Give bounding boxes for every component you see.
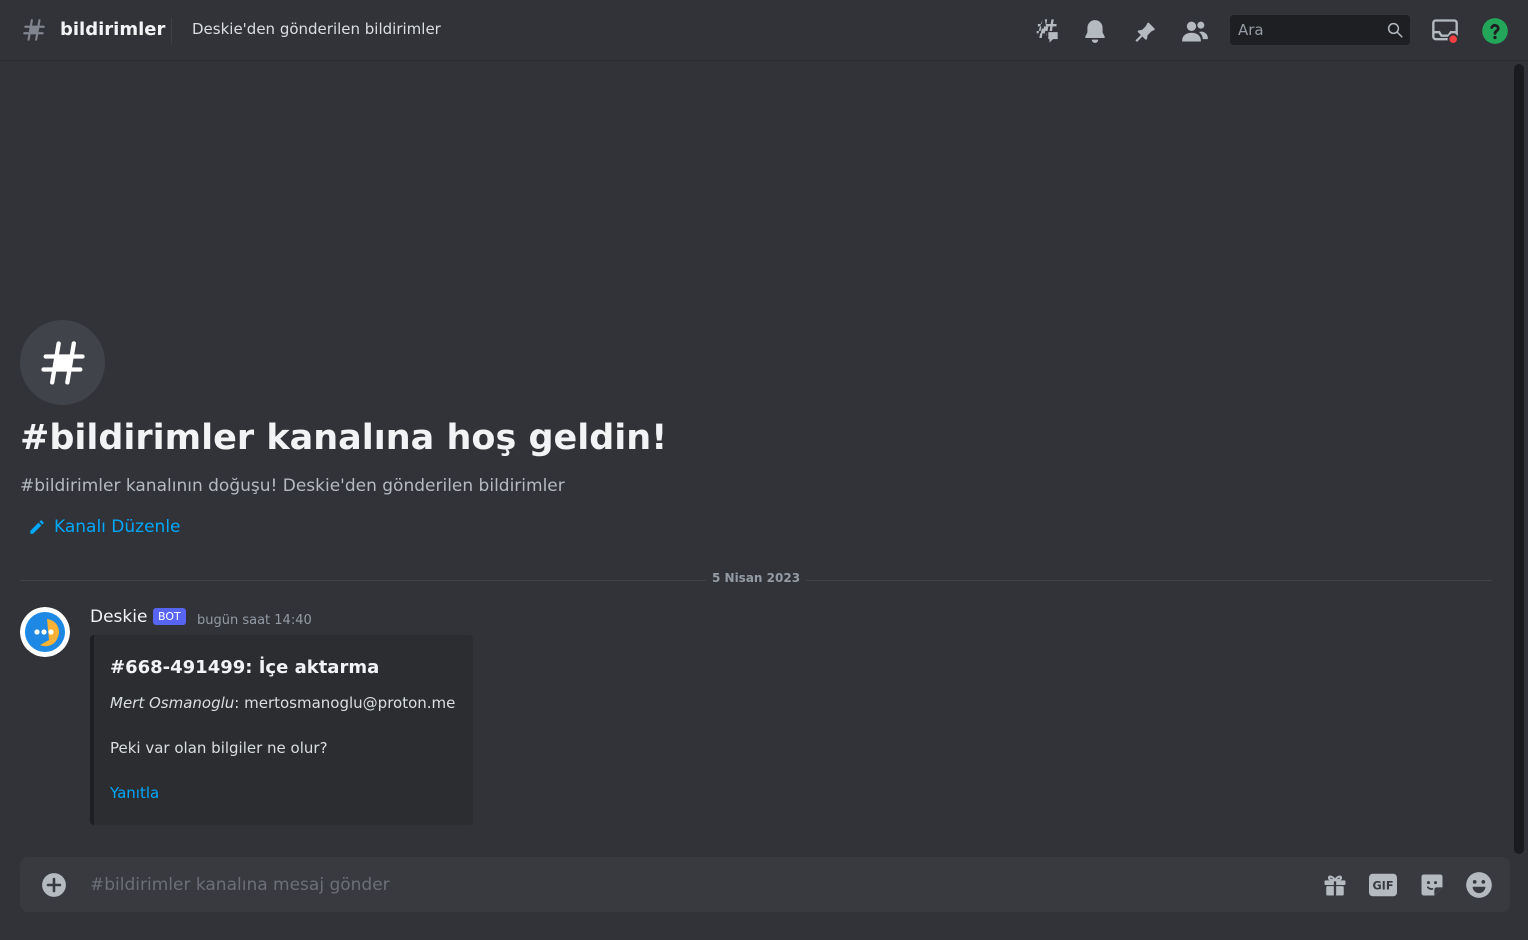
channel-name: bildirimler <box>60 19 166 40</box>
search-icon <box>1387 22 1403 38</box>
embed-title: #668-491499: İçe aktarma <box>110 657 380 678</box>
avatar[interactable] <box>20 607 70 657</box>
search-input[interactable] <box>1230 15 1380 45</box>
emoji-button[interactable] <box>1465 871 1493 899</box>
search-box[interactable] <box>1230 15 1410 45</box>
hash-icon <box>23 19 45 41</box>
member-list-button[interactable] <box>1180 16 1210 46</box>
date-divider-label: 5 Nisan 2023 <box>706 571 807 585</box>
scrollbar-track[interactable] <box>1514 64 1524 854</box>
channel-header: bildirimler Deskie'den gönderilen bildir… <box>0 0 1528 61</box>
reply-link[interactable]: Yanıtla <box>110 784 159 802</box>
message-embed: #668-491499: İçe aktarma Mert Osmanoglu:… <box>90 635 473 825</box>
bot-badge: BOT <box>153 608 186 625</box>
message-timestamp: bugün saat 14:40 <box>197 613 312 628</box>
add-attachment-icon[interactable] <box>41 872 67 898</box>
edit-channel-label[interactable]: Kanalı Düzenle <box>54 517 181 537</box>
pin-icon <box>1135 22 1155 42</box>
message-composer: GIF <box>20 857 1510 912</box>
inbox-icon <box>1432 19 1459 45</box>
gift-icon <box>1324 875 1346 896</box>
header-divider <box>171 18 172 44</box>
channel-topic[interactable]: Deskie'den gönderilen bildirimler <box>192 20 441 38</box>
threads-button[interactable] <box>1031 16 1061 46</box>
inbox-button[interactable] <box>1430 16 1460 46</box>
pencil-icon <box>30 520 44 534</box>
welcome-subtitle: #bildirimler kanalının doğuşu! Deskie'de… <box>20 476 565 496</box>
scrollbar-thumb[interactable] <box>1514 64 1524 854</box>
help-button[interactable] <box>1480 16 1510 46</box>
embed-sender: Mert Osmanoglu: mertosmanoglu@proton.me <box>110 694 455 712</box>
gif-label: GIF <box>1373 880 1394 893</box>
help-icon <box>1482 18 1508 44</box>
pinned-messages-button[interactable] <box>1130 16 1160 46</box>
embed-sender-email: : mertosmanoglu@proton.me <box>234 694 456 712</box>
message-author[interactable]: Deskie <box>90 607 147 627</box>
members-icon <box>1182 21 1208 42</box>
gif-button[interactable]: GIF <box>1369 871 1397 899</box>
message-input[interactable] <box>90 857 1290 912</box>
sticker-button[interactable] <box>1418 871 1446 899</box>
sticker-icon <box>1421 874 1443 896</box>
gift-button[interactable] <box>1321 871 1349 899</box>
welcome-title: #bildirimler kanalına hoş geldin! <box>20 418 668 458</box>
notifications-button[interactable] <box>1080 16 1110 46</box>
edit-channel-link[interactable]: Kanalı Düzenle <box>28 517 181 537</box>
hash-icon <box>40 340 85 385</box>
channel-welcome-icon <box>20 320 105 405</box>
bell-icon <box>1085 20 1105 43</box>
emoji-icon <box>1466 872 1492 898</box>
embed-sender-name: Mert Osmanoglu <box>110 694 235 712</box>
threads-icon <box>1036 19 1058 43</box>
gif-icon: GIF <box>1369 873 1397 897</box>
embed-body: Peki var olan bilgiler ne olur? <box>110 739 328 757</box>
